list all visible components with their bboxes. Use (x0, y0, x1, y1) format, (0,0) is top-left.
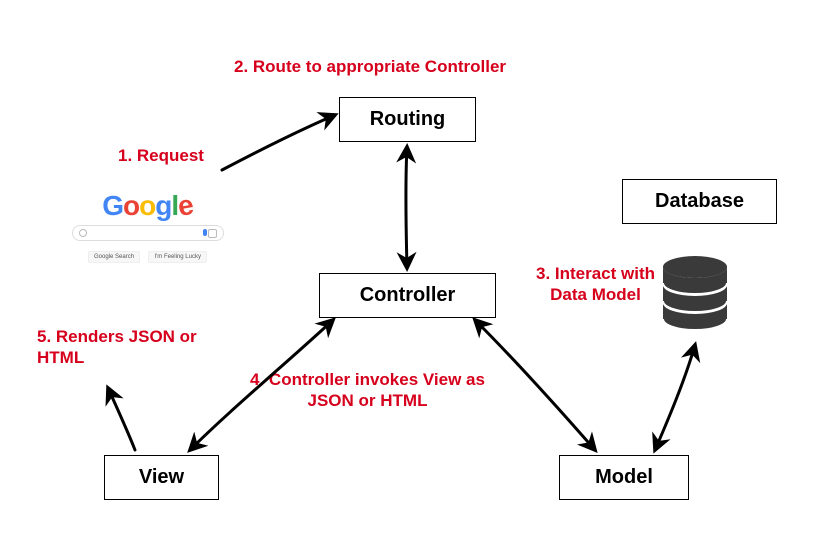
step-5-label: 5. Renders JSON or HTML (37, 326, 222, 369)
controller-box: Controller (319, 273, 496, 318)
google-letter: o (123, 190, 139, 222)
arrow-controller-model (475, 320, 595, 450)
step-4-label: 4. Controller invokes View as JSON or HT… (250, 369, 485, 412)
arrow-request (222, 115, 335, 170)
step-2-label: 2. Route to appropriate Controller (234, 56, 506, 77)
view-box: View (104, 455, 219, 500)
google-letter: o (139, 190, 155, 222)
step-3-label: 3. Interact with Data Model (518, 263, 673, 306)
google-buttons: Google Search I'm Feeling Lucky (60, 245, 235, 263)
browser-client-icon: Google Google Search I'm Feeling Lucky (60, 190, 235, 270)
search-bar-icon (72, 225, 224, 241)
google-letter: g (155, 190, 171, 222)
google-logo: Google (60, 190, 235, 222)
google-search-btn: Google Search (88, 251, 140, 263)
arrow-model-database (655, 345, 695, 450)
google-letter: G (102, 190, 123, 222)
arrow-routing-controller (406, 147, 407, 268)
google-letter: e (175, 189, 195, 223)
database-box: Database (622, 179, 777, 224)
routing-box: Routing (339, 97, 476, 142)
lucky-btn: I'm Feeling Lucky (148, 251, 207, 263)
model-box: Model (559, 455, 689, 500)
database-icon (660, 255, 730, 340)
arrow-view-client (108, 388, 135, 450)
step-1-label: 1. Request (118, 145, 204, 166)
mvc-diagram: Routing Controller View Model Database 1… (0, 0, 821, 551)
